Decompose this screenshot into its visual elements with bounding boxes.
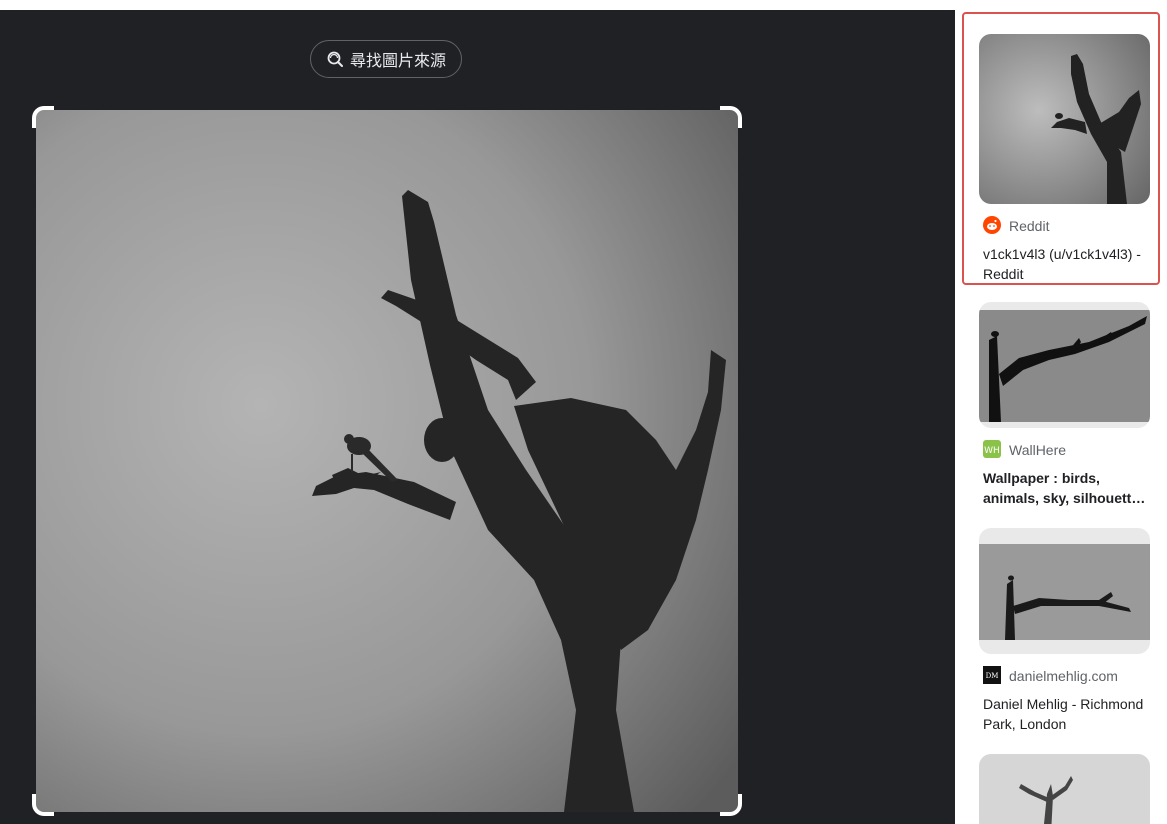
result-source-name: danielmehlig.com <box>1009 668 1118 684</box>
lens-search-icon <box>326 50 344 68</box>
top-strip <box>0 0 955 10</box>
crop-handle-bottom-left[interactable] <box>32 794 54 816</box>
result-card-wallhere[interactable]: WH WallHere Wallpaper : birds, animals, … <box>979 302 1150 508</box>
result-title[interactable]: Wallpaper : birds, animals, sky, silhoue… <box>979 468 1150 508</box>
reddit-icon <box>983 215 1001 237</box>
visual-matches-panel: Reddit v1ck1v4l3 (u/v1ck1v4l3) - Reddit <box>955 0 1167 824</box>
image-viewer: 尋找圖片來源 <box>0 10 955 824</box>
wallhere-icon: WH <box>983 439 1001 461</box>
svg-text:DM: DM <box>986 672 999 680</box>
result-source-name: Reddit <box>1009 218 1050 234</box>
result-thumbnail[interactable] <box>979 754 1150 824</box>
crop-handle-top-right[interactable] <box>720 106 742 128</box>
result-source: DM danielmehlig.com <box>979 665 1150 687</box>
crop-handle-top-left[interactable] <box>32 106 54 128</box>
crop-handle-bottom-right[interactable] <box>720 794 742 816</box>
svg-text:WH: WH <box>984 446 1000 456</box>
result-thumbnail[interactable] <box>979 528 1150 654</box>
result-source: Reddit <box>979 215 1150 237</box>
find-image-source-button[interactable]: 尋找圖片來源 <box>310 40 462 78</box>
result-title[interactable]: v1ck1v4l3 (u/v1ck1v4l3) - Reddit <box>979 244 1150 284</box>
result-title[interactable]: Daniel Mehlig - Richmond Park, London <box>979 694 1150 734</box>
dm-icon: DM <box>983 665 1001 687</box>
result-source: WH WallHere <box>979 439 1150 461</box>
result-thumbnail[interactable] <box>979 34 1150 204</box>
result-card-danielmehlig[interactable]: DM danielmehlig.com Daniel Mehlig - Rich… <box>979 528 1150 734</box>
selected-image-bird-on-dead-tree <box>36 110 738 812</box>
result-thumbnail[interactable] <box>979 302 1150 428</box>
find-image-source-label: 尋找圖片來源 <box>349 53 446 70</box>
result-card-reddit[interactable]: Reddit v1ck1v4l3 (u/v1ck1v4l3) - Reddit <box>979 34 1150 284</box>
result-card-partial[interactable] <box>979 754 1150 824</box>
result-source-name: WallHere <box>1009 442 1067 458</box>
